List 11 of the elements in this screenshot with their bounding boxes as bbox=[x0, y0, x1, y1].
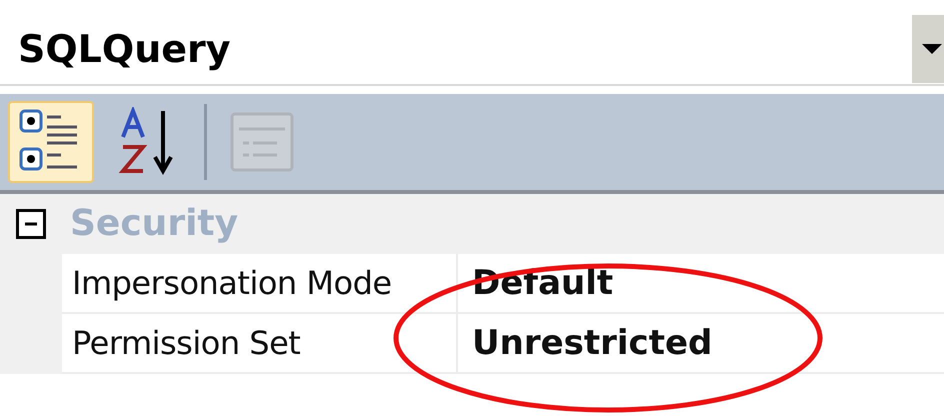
categorized-button[interactable] bbox=[8, 101, 94, 183]
property-name: Impersonation Mode bbox=[62, 254, 458, 314]
property-pages-icon bbox=[229, 111, 295, 173]
property-name: Permission Set bbox=[62, 314, 458, 374]
property-value[interactable]: Unrestricted bbox=[458, 314, 944, 374]
collapse-icon[interactable] bbox=[16, 209, 46, 239]
selected-object-text: SQLQuery bbox=[17, 26, 232, 72]
object-selector[interactable]: SQLQuery bbox=[0, 14, 944, 86]
caret-icon bbox=[922, 44, 942, 54]
category-name: Security bbox=[70, 202, 238, 246]
dropdown-button[interactable] bbox=[912, 15, 944, 83]
